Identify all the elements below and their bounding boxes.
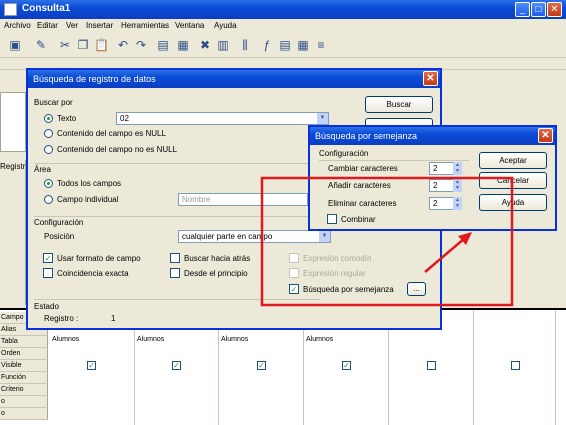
annotation-arrow-line: [424, 237, 466, 273]
annotation-box: [260, 176, 514, 307]
annotation-overlay: [260, 176, 514, 307]
